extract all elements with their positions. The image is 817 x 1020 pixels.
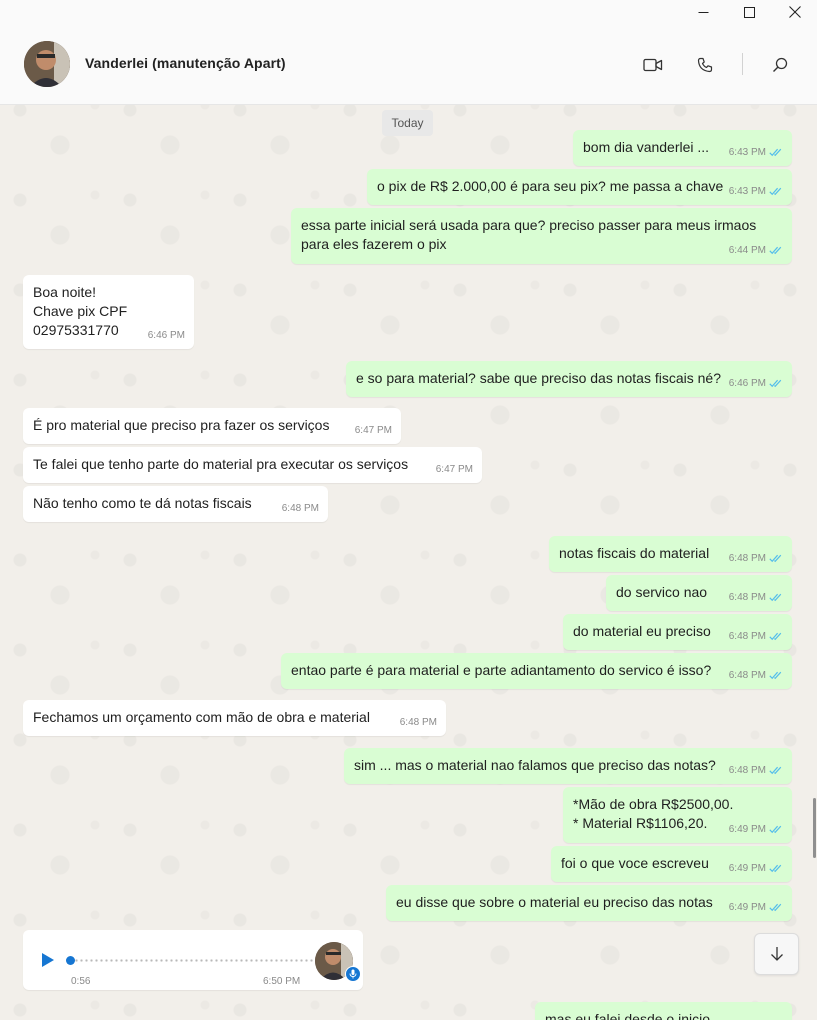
read-receipt-icon	[769, 379, 782, 388]
outgoing-message[interactable]: notas fiscais do material 6:48 PM	[549, 536, 792, 572]
message-time: 6:47 PM	[435, 464, 473, 475]
read-receipt-icon	[769, 903, 782, 912]
read-receipt-icon	[769, 864, 782, 873]
message-text: eu disse que sobre o material eu preciso…	[396, 894, 713, 910]
read-receipt-icon	[769, 825, 782, 834]
message-meta: 6:43 PM	[729, 143, 783, 162]
arrow-down-icon[interactable]	[754, 933, 799, 975]
message-text: sim ... mas o material nao falamos que p…	[354, 757, 716, 773]
message-meta: 6:48 PM	[400, 713, 437, 732]
message-meta: 6:48 PM	[729, 666, 783, 685]
outgoing-message[interactable]: mas eu falei desde o inicio	[535, 1002, 792, 1020]
message-text: Não tenho como te dá notas fiscais	[33, 495, 252, 511]
message-meta: 6:49 PM	[729, 898, 783, 917]
outgoing-message[interactable]: sim ... mas o material nao falamos que p…	[344, 748, 792, 784]
audio-waveform[interactable]	[69, 959, 319, 962]
outgoing-message[interactable]: eu disse que sobre o material eu preciso…	[386, 885, 792, 921]
message-time: 6:48 PM	[728, 553, 766, 564]
message-time: 6:43 PM	[728, 147, 766, 158]
read-receipt-icon	[769, 554, 782, 563]
microphone-icon	[345, 966, 361, 982]
close-icon[interactable]	[772, 0, 817, 24]
incoming-message[interactable]: Boa noite! Chave pix CPF 02975331770 6:46…	[23, 275, 194, 349]
outgoing-message[interactable]: do material eu preciso 6:48 PM	[563, 614, 792, 650]
message-meta: 6:48 PM	[729, 549, 783, 568]
message-time: 6:47 PM	[354, 425, 392, 436]
date-separator: Today	[382, 110, 433, 136]
message-meta: 6:46 PM	[148, 326, 185, 345]
message-meta: 6:48 PM	[282, 499, 319, 518]
avatar[interactable]	[24, 41, 70, 87]
read-receipt-icon	[769, 148, 782, 157]
message-list[interactable]: Today 0:56 6:50 PM bom dia vanderlei ...…	[0, 104, 817, 1020]
outgoing-message[interactable]: e so para material? sabe que preciso das…	[346, 361, 792, 397]
message-time: 6:49 PM	[728, 902, 766, 913]
scrollbar[interactable]	[813, 798, 816, 858]
message-text: É pro material que preciso pra fazer os …	[33, 417, 330, 433]
incoming-message[interactable]: Não tenho como te dá notas fiscais 6:48 P…	[23, 486, 328, 522]
incoming-message[interactable]: É pro material que preciso pra fazer os …	[23, 408, 401, 444]
read-receipt-icon	[769, 187, 782, 196]
message-text: essa parte inicial será usada para que? …	[301, 217, 761, 252]
message-meta: 6:44 PM	[729, 241, 783, 260]
audio-duration: 0:56	[71, 976, 91, 987]
message-meta: 6:48 PM	[729, 588, 783, 607]
incoming-message[interactable]: Fechamos um orçamento com mão de obra e …	[23, 700, 446, 736]
header-divider	[742, 53, 743, 75]
chat-header: Vanderlei (manutenção Apart)	[0, 24, 817, 105]
message-text: mas eu falei desde o inicio	[545, 1011, 710, 1020]
outgoing-message[interactable]: bom dia vanderlei ... 6:43 PM	[573, 130, 792, 166]
message-meta: 6:48 PM	[729, 627, 783, 646]
chat-window: Vanderlei (manutenção Apart) Today 0:56 …	[0, 0, 817, 1020]
message-text: e so para material? sabe que preciso das…	[356, 370, 721, 386]
message-meta: 6:48 PM	[729, 761, 783, 780]
outgoing-message[interactable]: foi o que voce escreveu 6:49 PM	[551, 846, 792, 882]
read-receipt-icon	[769, 246, 782, 255]
message-meta: 6:46 PM	[729, 374, 783, 393]
message-time: 6:44 PM	[728, 245, 766, 256]
title-bar	[0, 0, 817, 24]
message-meta: 6:49 PM	[729, 859, 783, 878]
read-receipt-icon	[769, 671, 782, 680]
maximize-icon[interactable]	[726, 0, 772, 24]
video-call-icon[interactable]	[640, 52, 666, 78]
message-time: 6:48 PM	[399, 717, 437, 728]
message-text: Te falei que tenho parte do material pra…	[33, 456, 409, 472]
outgoing-message[interactable]: entao parte é para material e parte adia…	[281, 653, 792, 689]
audio-seek-handle[interactable]	[66, 956, 75, 965]
message-meta: 6:49 PM	[729, 820, 783, 839]
read-receipt-icon	[769, 766, 782, 775]
message-time: 6:49 PM	[728, 824, 766, 835]
outgoing-message[interactable]: o pix de R$ 2.000,00 é para seu pix? me …	[367, 169, 792, 205]
message-time: 6:46 PM	[728, 378, 766, 389]
message-time: 6:48 PM	[728, 670, 766, 681]
message-text: entao parte é para material e parte adia…	[291, 662, 712, 678]
message-time: 6:48 PM	[281, 503, 319, 514]
message-meta: 6:47 PM	[436, 460, 473, 479]
voice-call-icon[interactable]	[692, 52, 718, 78]
search-icon[interactable]	[767, 52, 793, 78]
minimize-icon[interactable]	[680, 0, 726, 24]
message-meta: 6:43 PM	[729, 182, 783, 201]
audio-message[interactable]: 0:56 6:50 PM	[23, 930, 363, 990]
play-icon[interactable]	[37, 950, 57, 970]
message-time: 6:48 PM	[728, 631, 766, 642]
message-text: o pix de R$ 2.000,00 é para seu pix? me …	[377, 178, 724, 194]
outgoing-message[interactable]: essa parte inicial será usada para que? …	[291, 208, 792, 264]
message-time: 6:48 PM	[728, 765, 766, 776]
read-receipt-icon	[769, 632, 782, 641]
outgoing-message[interactable]: do servico nao 6:48 PM	[606, 575, 792, 611]
message-meta: 6:47 PM	[355, 421, 392, 440]
message-text: Fechamos um orçamento com mão de obra e …	[33, 709, 370, 725]
message-time: 6:43 PM	[728, 186, 766, 197]
message-time: 6:46 PM	[147, 330, 185, 341]
read-receipt-icon	[769, 593, 782, 602]
incoming-message[interactable]: Te falei que tenho parte do material pra…	[23, 447, 482, 483]
outgoing-message[interactable]: *Mão de obra R$2500,00. * Material R$110…	[563, 787, 792, 843]
contact-name[interactable]: Vanderlei (manutenção Apart)	[85, 55, 286, 71]
message-time: 6:48 PM	[728, 592, 766, 603]
message-time: 6:49 PM	[728, 863, 766, 874]
audio-time: 6:50 PM	[263, 976, 301, 987]
